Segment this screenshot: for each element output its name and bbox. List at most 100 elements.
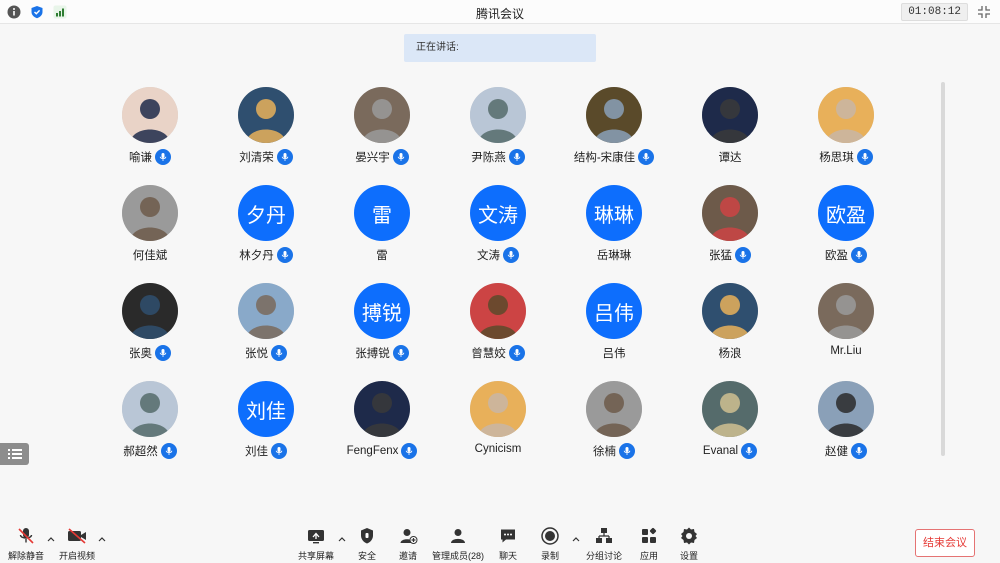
scrollbar[interactable] <box>941 82 945 456</box>
participant-name: 吕伟 <box>602 348 626 360</box>
participant-name-line: 雷 <box>324 247 440 263</box>
participant-tile[interactable]: 杨浪 <box>672 283 788 371</box>
record-button[interactable]: 录制 <box>539 526 561 562</box>
participant-tile[interactable]: 张猛 <box>672 185 788 273</box>
avatar-photo <box>702 283 758 339</box>
avatar-photo <box>354 87 410 143</box>
participant-name: 何佳斌 <box>132 250 168 262</box>
chevron-up-icon[interactable] <box>571 534 581 544</box>
participant-tile[interactable]: 雷雷 <box>324 185 440 273</box>
muted-mic-icon <box>15 526 37 546</box>
mic-icon <box>619 443 635 459</box>
participant-tile[interactable]: 赵健 <box>788 381 904 469</box>
participant-name: 赵健 <box>825 446 848 458</box>
mic-icon <box>856 149 873 165</box>
participant-name-line: 曾慧姣 <box>440 345 556 361</box>
avatar-photo <box>470 283 526 339</box>
participant-tile[interactable]: 欧盈 欧盈 <box>788 185 904 273</box>
video-off-icon <box>66 526 88 546</box>
participant-tile[interactable]: 徐楠 <box>556 381 672 469</box>
participant-name-line: Evanal <box>672 443 788 459</box>
mic-icon <box>851 443 867 459</box>
participant-tile[interactable]: Evanal <box>672 381 788 469</box>
participant-tile[interactable]: Mr.Liu <box>788 283 904 371</box>
participant-tile[interactable]: 杨思琪 <box>788 87 904 175</box>
participant-tile[interactable]: 文涛 文涛 <box>440 185 556 273</box>
apps-icon <box>638 526 660 546</box>
exit-fullscreen-icon[interactable] <box>976 4 992 20</box>
avatar-initials: 文涛 <box>470 185 526 241</box>
unmute-button[interactable]: 解除静音 <box>8 526 44 562</box>
participant-name-line: 何佳斌 <box>92 247 208 263</box>
avatar-initials: 夕丹 <box>238 185 294 241</box>
mic-icon <box>503 247 519 263</box>
end-meeting-button[interactable]: 结束会议 <box>915 529 975 557</box>
chat-button[interactable]: 聊天 <box>497 526 519 562</box>
share-screen-button[interactable]: 共享屏幕 <box>298 526 334 562</box>
meeting-toolbar: 解除静音 开启视频 共享屏幕 安全 邀请 管理成员(28) 聊天 录制 分组讨论… <box>0 520 1000 563</box>
avatar-initials: 欧盈 <box>818 185 874 241</box>
participant-list-toggle[interactable] <box>0 443 29 465</box>
security-button[interactable]: 安全 <box>356 526 378 562</box>
start-video-button[interactable]: 开启视频 <box>59 526 95 562</box>
mic-icon <box>276 149 293 165</box>
security-label: 安全 <box>357 551 376 561</box>
participant-name: 郝超然 <box>123 446 158 458</box>
avatar-photo <box>122 381 178 437</box>
avatar-photo <box>818 381 874 437</box>
participant-tile[interactable]: 郝超然 <box>92 381 208 469</box>
participant-name: Mr.Liu <box>830 345 862 357</box>
participant-tile[interactable]: 晏兴宇 <box>324 87 440 175</box>
participant-name: 喻谦 <box>129 152 152 164</box>
mic-icon <box>508 345 525 361</box>
participant-name-line: 张奥 <box>92 345 208 361</box>
participant-name: 杨浪 <box>718 348 742 360</box>
participant-tile[interactable]: 吕伟 吕伟 <box>556 283 672 371</box>
participant-tile[interactable]: 尹陈燕 <box>440 87 556 175</box>
avatar-photo <box>354 381 410 437</box>
settings-button[interactable]: 设置 <box>678 526 700 562</box>
start-video-label: 开启视频 <box>59 551 96 561</box>
participant-tile[interactable]: 琳琳 岳琳琳 <box>556 185 672 273</box>
shield-icon <box>356 526 378 546</box>
participant-tile[interactable]: 夕丹 林夕丹 <box>208 185 324 273</box>
chevron-up-icon[interactable] <box>337 534 347 544</box>
participant-tile[interactable]: 张奥 <box>92 283 208 371</box>
participant-name: 刘佳 <box>245 446 268 458</box>
mic-icon <box>735 247 751 263</box>
avatar-photo <box>818 87 874 143</box>
participant-tile[interactable]: 何佳斌 <box>92 185 208 273</box>
manage-members-label: 管理成员(28) <box>432 551 485 561</box>
mic-icon <box>401 443 418 459</box>
avatar-photo <box>238 283 294 339</box>
participant-name: 张奥 <box>129 348 152 360</box>
participant-name: 刘清荣 <box>239 152 274 164</box>
participant-name: FengFenx <box>346 445 399 457</box>
participant-name: 尹陈燕 <box>471 152 506 164</box>
participant-tile[interactable]: 张悦 <box>208 283 324 371</box>
participant-name-line: 张悦 <box>208 345 324 361</box>
participant-name-line: 郝超然 <box>92 443 208 459</box>
chevron-up-icon[interactable] <box>97 534 107 544</box>
participant-tile[interactable]: FengFenx <box>324 381 440 469</box>
participant-tile[interactable]: 谭达 <box>672 87 788 175</box>
invite-button[interactable]: 邀请 <box>397 526 419 562</box>
participant-tile[interactable]: 结构-宋康佳 <box>556 87 672 175</box>
mic-icon <box>741 443 758 459</box>
participant-name: 徐楠 <box>593 446 616 458</box>
participant-name: 张猛 <box>709 250 732 262</box>
participant-name: 晏兴宇 <box>355 152 390 164</box>
manage-members-button[interactable]: 管理成员(28) <box>432 526 484 562</box>
breakout-button[interactable]: 分组讨论 <box>586 526 622 562</box>
chevron-up-icon[interactable] <box>46 534 56 544</box>
participant-tile[interactable]: 喻谦 <box>92 87 208 175</box>
participant-name-line: 张搏锐 <box>324 345 440 361</box>
participant-tile[interactable]: 曾慧姣 <box>440 283 556 371</box>
participant-tile[interactable]: 刘佳 刘佳 <box>208 381 324 469</box>
participant-tile[interactable]: 刘清荣 <box>208 87 324 175</box>
participant-tile[interactable]: 搏锐 张搏锐 <box>324 283 440 371</box>
apps-button[interactable]: 应用 <box>638 526 660 562</box>
participant-name-line: 晏兴宇 <box>324 149 440 165</box>
participant-tile[interactable]: Cynicism <box>440 381 556 469</box>
settings-label: 设置 <box>679 551 698 561</box>
